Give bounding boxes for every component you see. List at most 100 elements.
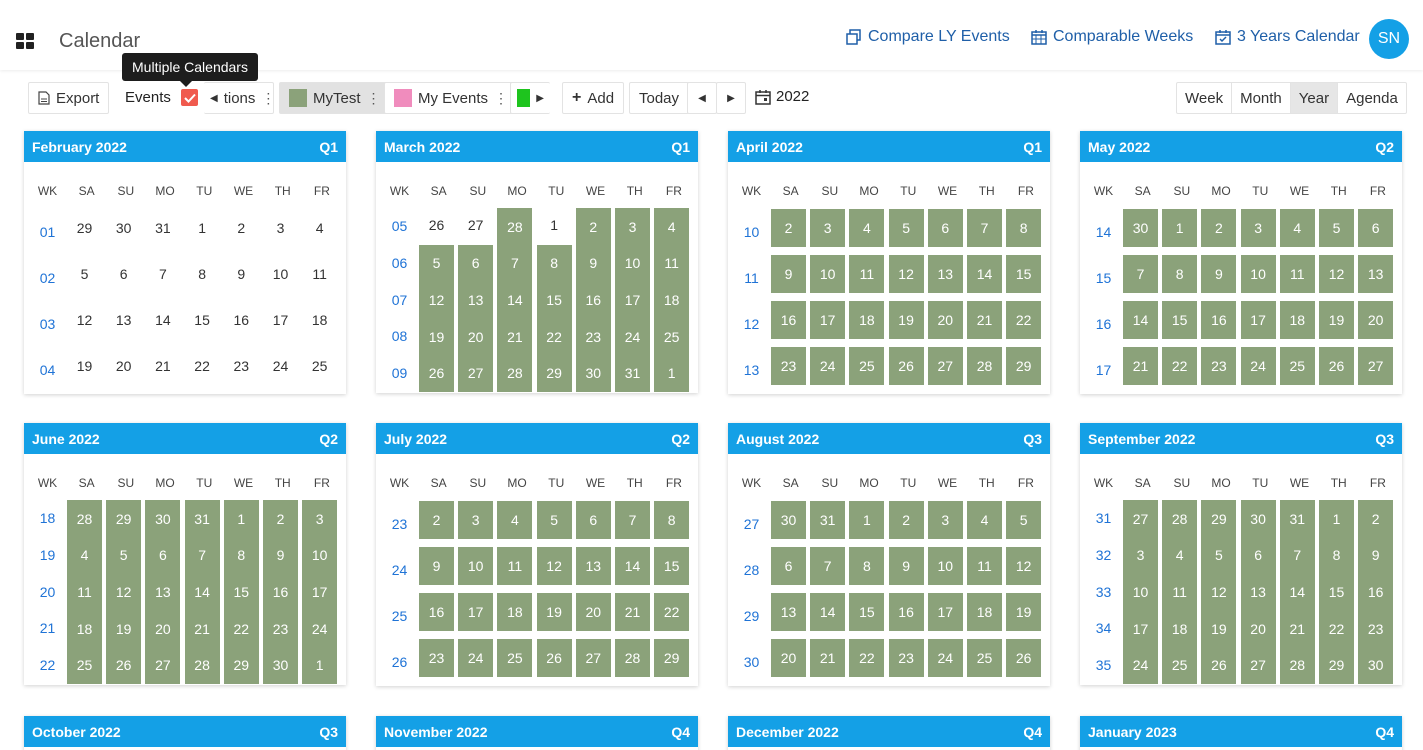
day-cell[interactable]: 15 xyxy=(654,547,690,585)
day-cell[interactable]: 27 xyxy=(575,639,611,677)
day-cell[interactable]: 15 xyxy=(1006,255,1042,293)
day-cell[interactable]: 11 xyxy=(497,547,533,585)
day-cell[interactable]: 19 xyxy=(1319,301,1354,339)
day-cell[interactable]: 16 xyxy=(224,301,259,339)
day-cell[interactable]: 2 xyxy=(575,208,611,246)
day-cell[interactable]: 23 xyxy=(263,609,298,648)
day-cell[interactable]: 13 xyxy=(771,593,806,631)
day-cell[interactable]: 15 xyxy=(536,281,572,319)
day-cell[interactable]: 6 xyxy=(106,255,141,293)
day-cell[interactable]: 11 xyxy=(67,573,102,611)
day-cell[interactable]: 11 xyxy=(849,255,885,293)
next-button[interactable]: ▶ xyxy=(716,82,746,114)
day-cell[interactable]: 5 xyxy=(106,536,142,575)
day-cell[interactable]: 26 xyxy=(536,639,572,677)
day-cell[interactable]: 30 xyxy=(145,500,181,538)
day-cell[interactable]: 22 xyxy=(185,347,220,385)
day-cell[interactable]: 28 xyxy=(497,208,533,246)
day-cell[interactable]: 13 xyxy=(145,573,181,611)
week-number[interactable]: 19 xyxy=(28,545,67,565)
day-cell[interactable]: 15 xyxy=(1319,573,1354,611)
day-cell[interactable]: 13 xyxy=(575,547,611,585)
day-cell[interactable]: 12 xyxy=(1006,547,1042,585)
day-cell[interactable]: 1 xyxy=(1319,500,1354,538)
view-week-button[interactable]: Week xyxy=(1177,83,1233,113)
day-cell[interactable]: 29 xyxy=(1319,646,1354,684)
day-cell[interactable]: 19 xyxy=(67,347,102,385)
day-cell[interactable]: 18 xyxy=(302,301,337,339)
day-cell[interactable]: 24 xyxy=(927,639,963,677)
day-cell[interactable]: 3 xyxy=(810,209,846,247)
day-cell[interactable]: 17 xyxy=(1240,301,1276,339)
day-cell[interactable]: 6 xyxy=(145,536,181,575)
day-cell[interactable]: 26 xyxy=(1319,347,1354,385)
day-cell[interactable]: 2 xyxy=(224,209,259,247)
view-agenda-button[interactable]: Agenda xyxy=(1338,83,1406,113)
week-number[interactable]: 09 xyxy=(380,363,419,383)
day-cell[interactable]: 23 xyxy=(419,639,454,677)
day-cell[interactable]: 11 xyxy=(1162,573,1198,611)
week-number[interactable]: 27 xyxy=(732,514,771,534)
day-cell[interactable]: 4 xyxy=(849,209,885,247)
events-checkbox[interactable] xyxy=(181,89,198,106)
view-month-button[interactable]: Month xyxy=(1232,83,1291,113)
day-cell[interactable]: 17 xyxy=(263,301,298,339)
day-cell[interactable]: 24 xyxy=(302,609,338,648)
day-cell[interactable]: 25 xyxy=(302,347,337,385)
month-header[interactable]: June 2022 Q2 xyxy=(24,423,346,454)
day-cell[interactable]: 18 xyxy=(1279,301,1315,339)
day-cell[interactable]: 4 xyxy=(967,501,1002,539)
day-cell[interactable]: 22 xyxy=(223,609,259,648)
day-cell[interactable]: 25 xyxy=(1279,347,1315,385)
day-cell[interactable]: 18 xyxy=(849,301,885,339)
day-cell[interactable]: 5 xyxy=(67,255,102,293)
day-cell[interactable]: 20 xyxy=(106,347,141,385)
day-cell[interactable]: 22 xyxy=(654,593,690,631)
day-cell[interactable]: 5 xyxy=(888,209,924,247)
day-cell[interactable]: 30 xyxy=(1123,209,1158,247)
more-icon[interactable]: ⋮ xyxy=(261,90,275,107)
day-cell[interactable]: 27 xyxy=(458,354,494,392)
day-cell[interactable]: 13 xyxy=(106,301,141,339)
day-cell[interactable]: 22 xyxy=(536,317,572,356)
day-cell[interactable]: 21 xyxy=(615,593,650,631)
day-cell[interactable]: 7 xyxy=(497,244,533,283)
day-cell[interactable]: 31 xyxy=(1279,500,1315,538)
day-cell[interactable]: 5 xyxy=(1201,536,1237,575)
month-header[interactable]: September 2022 Q3 xyxy=(1080,423,1402,454)
day-cell[interactable]: 27 xyxy=(1358,347,1394,385)
day-cell[interactable]: 24 xyxy=(810,347,846,385)
day-cell[interactable]: 5 xyxy=(536,501,572,539)
day-cell[interactable]: 12 xyxy=(1201,573,1237,611)
day-cell[interactable]: 2 xyxy=(1358,500,1394,538)
day-cell[interactable]: 3 xyxy=(1240,209,1276,247)
day-cell[interactable]: 24 xyxy=(458,639,494,677)
day-cell[interactable]: 1 xyxy=(849,501,885,539)
day-cell[interactable]: 11 xyxy=(654,244,690,283)
day-cell[interactable]: 10 xyxy=(302,536,338,575)
day-cell[interactable]: 30 xyxy=(771,501,806,539)
day-cell[interactable]: 11 xyxy=(302,255,337,293)
week-number[interactable]: 17 xyxy=(1084,360,1123,380)
week-number[interactable]: 20 xyxy=(28,582,67,602)
day-cell[interactable]: 23 xyxy=(575,317,611,356)
year-picker[interactable]: 2022 xyxy=(755,88,809,105)
day-cell[interactable]: 23 xyxy=(1358,609,1394,648)
day-cell[interactable]: 21 xyxy=(145,347,180,385)
week-number[interactable]: 22 xyxy=(28,655,67,675)
day-cell[interactable]: 19 xyxy=(1006,593,1042,631)
avatar[interactable]: SN xyxy=(1369,19,1409,59)
week-number[interactable]: 34 xyxy=(1084,618,1123,638)
day-cell[interactable]: 15 xyxy=(849,593,885,631)
day-cell[interactable]: 16 xyxy=(419,593,454,631)
week-number[interactable]: 21 xyxy=(28,618,67,638)
day-cell[interactable]: 1 xyxy=(654,354,690,392)
day-cell[interactable]: 24 xyxy=(1123,646,1158,684)
day-cell[interactable]: 4 xyxy=(654,208,690,246)
day-cell[interactable]: 27 xyxy=(1240,646,1276,684)
day-cell[interactable]: 24 xyxy=(1240,347,1276,385)
day-cell[interactable]: 20 xyxy=(145,609,181,648)
day-cell[interactable]: 23 xyxy=(224,347,259,385)
day-cell[interactable]: 3 xyxy=(302,500,338,538)
day-cell[interactable]: 17 xyxy=(458,593,494,631)
